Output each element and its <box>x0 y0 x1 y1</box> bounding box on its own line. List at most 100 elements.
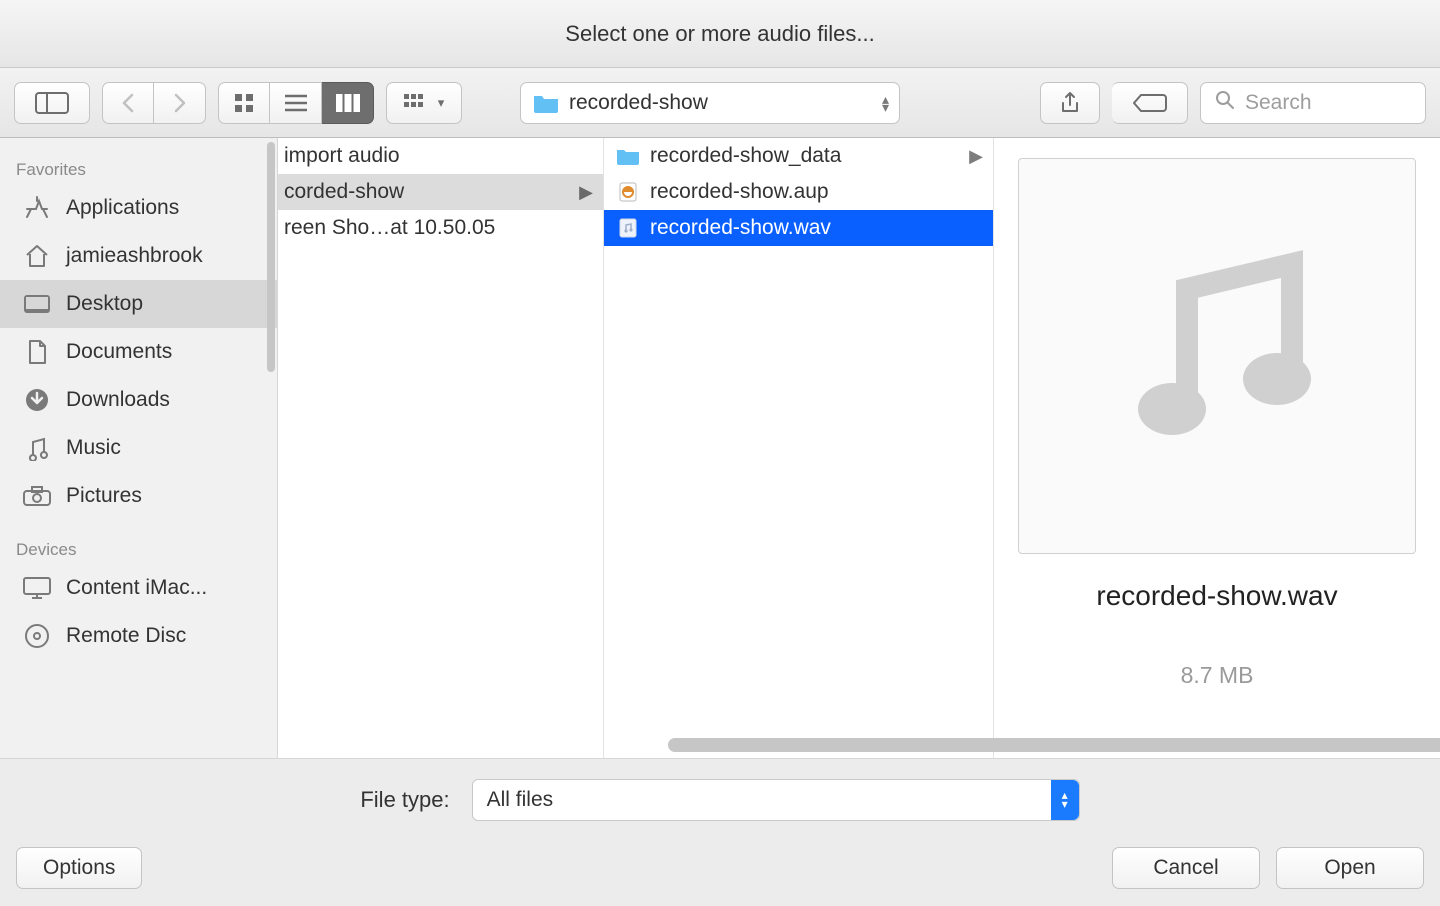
group-by-button[interactable]: ▾ <box>386 82 462 124</box>
list-item[interactable]: recorded-show.aup <box>604 174 993 210</box>
sidebar-item-applications[interactable]: Applications <box>0 184 277 232</box>
sidebar-item-imac[interactable]: Content iMac... <box>0 564 277 612</box>
sidebar-item-label: Pictures <box>66 484 142 508</box>
file-item-label: recorded-show.aup <box>650 180 829 204</box>
options-button[interactable]: Options <box>16 847 142 889</box>
columns-icon <box>336 94 360 112</box>
share-icon <box>1060 91 1080 115</box>
sidebar-section-devices: Devices <box>0 532 277 564</box>
button-label: Cancel <box>1153 856 1218 880</box>
aup-file-icon <box>616 182 640 202</box>
path-folder-name: recorded-show <box>569 91 708 115</box>
view-mode-group <box>218 82 374 124</box>
sidebar-item-label: Remote Disc <box>66 624 186 648</box>
file-type-bar: File type: All files ▴▾ <box>0 758 1440 840</box>
display-icon <box>22 575 52 601</box>
column-browser: import audio corded-show ▶ reen Sho…at 1… <box>278 138 1440 758</box>
sidebar-item-home[interactable]: jamieashbrook <box>0 232 277 280</box>
tag-icon <box>1133 93 1167 113</box>
sidebar-item-remote-disc[interactable]: Remote Disc <box>0 612 277 660</box>
list-item[interactable]: recorded-show_data ▶ <box>604 138 993 174</box>
music-note-icon <box>1117 244 1317 469</box>
sidebar-item-pictures[interactable]: Pictures <box>0 472 277 520</box>
search-placeholder: Search <box>1245 91 1312 115</box>
nav-group <box>102 82 206 124</box>
chevron-right-icon: ▶ <box>579 182 593 203</box>
file-item-label: recorded-show.wav <box>650 216 831 240</box>
column-view-button[interactable] <box>322 82 374 124</box>
sidebar-item-desktop[interactable]: Desktop <box>0 280 277 328</box>
file-item-label: recorded-show_data <box>650 144 841 168</box>
column-resize-handle[interactable]: ‖ <box>597 708 604 738</box>
stepper-icon: ▴▾ <box>882 95 889 111</box>
main-area: Favorites Applications jamieashbrook Des… <box>0 138 1440 758</box>
preview-thumbnail <box>1018 158 1416 554</box>
list-icon <box>285 94 307 112</box>
button-label: Options <box>43 856 115 880</box>
back-button[interactable] <box>102 82 154 124</box>
icon-view-button[interactable] <box>218 82 270 124</box>
applications-icon <box>22 195 52 221</box>
file-open-dialog: Select one or more audio files... <box>0 0 1440 906</box>
grid-icon <box>234 93 254 113</box>
list-item[interactable]: corded-show ▶ <box>278 174 603 210</box>
sidebar-item-label: Applications <box>66 196 179 220</box>
preview-filesize: 8.7 MB <box>1181 662 1254 689</box>
sidebar-item-music[interactable]: Music <box>0 424 277 472</box>
download-icon <box>22 387 52 413</box>
sidebar-item-label: Desktop <box>66 292 143 316</box>
sidebar-item-label: Documents <box>66 340 172 364</box>
sidebar-toggle-button[interactable] <box>14 82 90 124</box>
file-type-label: File type: <box>360 787 449 813</box>
chevron-down-icon: ▾ <box>438 95 445 111</box>
forward-button[interactable] <box>154 82 206 124</box>
file-item-label: corded-show <box>284 180 404 204</box>
camera-icon <box>22 483 52 509</box>
button-label: Open <box>1324 856 1375 880</box>
list-item[interactable]: recorded-show.wav <box>604 210 993 246</box>
button-bar: Options Cancel Open <box>0 840 1440 906</box>
sidebar-scrollbar[interactable] <box>267 142 275 372</box>
file-item-label: import audio <box>284 144 400 168</box>
preview-filename: recorded-show.wav <box>1096 580 1337 612</box>
wav-file-icon <box>616 218 640 238</box>
preview-pane: recorded-show.wav 8.7 MB <box>994 138 1440 758</box>
sidebar-item-label: Downloads <box>66 388 170 412</box>
sidebar: Favorites Applications jamieashbrook Des… <box>0 138 278 758</box>
file-type-value: All files <box>487 788 554 812</box>
group-icon <box>404 94 432 112</box>
stepper-icon: ▴▾ <box>1051 780 1079 820</box>
column-2: recorded-show_data ▶ recorded-show.aup r… <box>604 138 994 758</box>
list-item[interactable]: reen Sho…at 10.50.05 <box>278 210 603 246</box>
sidebar-item-documents[interactable]: Documents <box>0 328 277 376</box>
file-type-select[interactable]: All files ▴▾ <box>472 779 1080 821</box>
sidebar-icon <box>35 92 69 114</box>
sidebar-section-favorites: Favorites <box>0 152 277 184</box>
file-item-label: reen Sho…at 10.50.05 <box>284 216 495 240</box>
disc-icon <box>22 623 52 649</box>
toolbar: ▾ recorded-show ▴▾ <box>0 68 1440 138</box>
share-button[interactable] <box>1040 82 1100 124</box>
sidebar-item-label: Content iMac... <box>66 576 207 600</box>
desktop-icon <box>22 291 52 317</box>
sidebar-item-label: Music <box>66 436 121 460</box>
search-input[interactable]: Search <box>1200 82 1426 124</box>
music-icon <box>22 435 52 461</box>
chevron-right-icon: ▶ <box>969 146 983 167</box>
list-view-button[interactable] <box>270 82 322 124</box>
chevron-right-icon <box>172 92 188 114</box>
path-dropdown[interactable]: recorded-show ▴▾ <box>520 82 900 124</box>
home-icon <box>22 243 52 269</box>
column-resize-handle[interactable]: ‖ <box>987 708 994 738</box>
folder-icon <box>616 146 640 166</box>
open-button[interactable]: Open <box>1276 847 1424 889</box>
horizontal-scrollbar[interactable] <box>668 738 1426 752</box>
sidebar-item-downloads[interactable]: Downloads <box>0 376 277 424</box>
cancel-button[interactable]: Cancel <box>1112 847 1260 889</box>
document-icon <box>22 339 52 365</box>
column-1: import audio corded-show ▶ reen Sho…at 1… <box>278 138 604 758</box>
list-item[interactable]: import audio <box>278 138 603 174</box>
dialog-title: Select one or more audio files... <box>565 21 874 47</box>
tags-button[interactable] <box>1112 82 1188 124</box>
search-icon <box>1215 90 1235 116</box>
